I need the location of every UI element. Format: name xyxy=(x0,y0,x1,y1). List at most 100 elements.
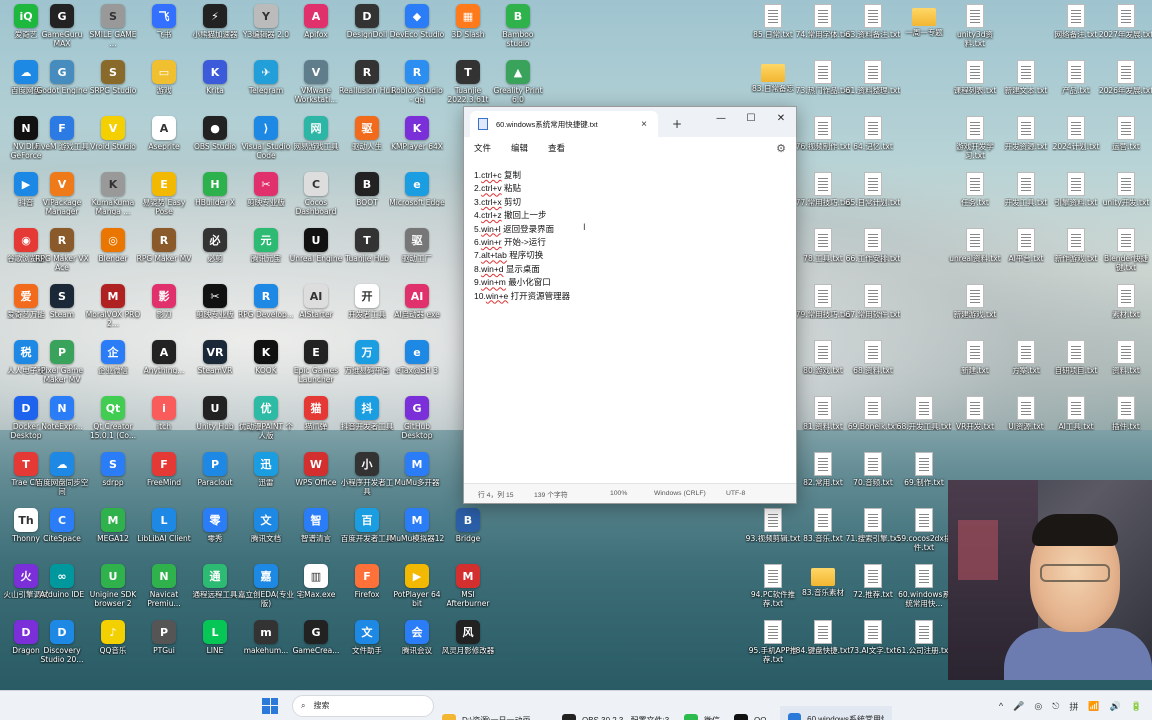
desktop-file[interactable]: 网络备注.txt xyxy=(1050,4,1102,60)
desktop-shortcut[interactable]: 驱驱动人生 xyxy=(341,116,393,172)
desktop-shortcut[interactable]: ◆ DevEco Studio xyxy=(390,4,444,60)
desktop-file[interactable]: 63.资料备注.txt xyxy=(846,4,900,60)
settings-icon[interactable]: ⚙ xyxy=(776,142,786,155)
desktop-shortcut[interactable]: 小小程序开发者工具 xyxy=(341,452,393,508)
line-ending[interactable]: Windows (CRLF) xyxy=(654,490,706,497)
desktop-file[interactable]: 60.windows系统常用快... xyxy=(898,564,950,620)
desktop-file[interactable]: 66.工作安排.txt xyxy=(846,228,900,284)
desktop-shortcut[interactable]: C CiteSpace xyxy=(36,508,88,564)
desktop-shortcut[interactable]: B Bamboo studio xyxy=(492,4,544,60)
tray-icon[interactable]: 📶 xyxy=(1088,701,1099,712)
desktop-shortcut[interactable]: 网网易游戏工具 xyxy=(290,116,342,172)
desktop-shortcut[interactable]: 风风灵月影修改器 xyxy=(442,620,494,676)
desktop-shortcut[interactable]: T Tuanjie Hub xyxy=(341,228,393,284)
desktop-shortcut[interactable]: K Krita xyxy=(189,60,241,116)
desktop-shortcut[interactable]: R RPG Maker MV xyxy=(137,228,191,284)
desktop-file[interactable]: 68.资料.txt xyxy=(847,340,899,396)
desktop-shortcut[interactable]: Y Y3编辑器 2.0 xyxy=(240,4,292,60)
desktop-file[interactable]: 产品.txt xyxy=(1050,60,1102,116)
desktop-file[interactable]: 课程列表.txt xyxy=(949,60,1001,116)
desktop-file[interactable]: 64.记忆.txt xyxy=(847,116,899,172)
desktop-shortcut[interactable]: U Unigine SDK browser 2 xyxy=(87,564,139,620)
desktop-file[interactable]: 素材.txt xyxy=(1100,284,1152,340)
desktop-shortcut[interactable]: ▶ PotPlayer 64 bit xyxy=(391,564,443,620)
desktop-shortcut[interactable]: B BOOT xyxy=(341,172,393,228)
taskbar-app[interactable]: OBS 30.2.3 - 配置文件:3 xyxy=(562,706,674,720)
desktop-file[interactable]: 71.搜索引擎.txt xyxy=(846,508,900,564)
desktop-file[interactable]: 69.Bonelk.txt xyxy=(847,396,899,452)
desktop-shortcut[interactable]: N NoteExpr... xyxy=(36,396,88,452)
desktop-file[interactable]: 2024计划.txt xyxy=(1050,116,1102,172)
desktop-shortcut[interactable]: R RPG Maker VX Ace xyxy=(35,228,89,284)
desktop-shortcut[interactable]: ☁ 百度网盘同步空间 xyxy=(36,452,88,508)
desktop-file[interactable]: 69.制作.txt xyxy=(898,452,950,508)
desktop-file[interactable]: 新建.txt xyxy=(949,340,1001,396)
desktop-shortcut[interactable]: ✈ Telegram xyxy=(240,60,292,116)
desktop-shortcut[interactable]: E 易姿势 Easy Pose xyxy=(138,172,190,228)
desktop-shortcut[interactable]: 迅迅雷 xyxy=(240,452,292,508)
taskbar-app[interactable]: 微信 xyxy=(684,706,724,720)
desktop-shortcut[interactable]: ✂ 剪映专业版 xyxy=(240,172,292,228)
desktop-shortcut[interactable]: 百百度开发者工具 xyxy=(341,508,393,564)
desktop-shortcut[interactable]: 嘉嘉立创EDA(专业版) xyxy=(238,564,294,620)
desktop-shortcut[interactable]: 文腾讯文档 xyxy=(240,508,292,564)
desktop-shortcut[interactable]: C Cocos Dashboard xyxy=(290,172,342,228)
desktop-shortcut[interactable]: 智智谱清言 xyxy=(290,508,342,564)
desktop-shortcut[interactable]: 必必剪 xyxy=(189,228,241,284)
desktop-shortcut[interactable]: ⚡ 小熊猫加速器 xyxy=(189,4,241,60)
desktop-shortcut[interactable]: A Apifox xyxy=(290,4,342,60)
desktop-file[interactable]: 95.手机APP推荐.txt xyxy=(747,620,799,676)
desktop-file[interactable]: 83.音乐.txt xyxy=(797,508,849,564)
desktop-shortcut[interactable]: R Reallusion Hub xyxy=(339,60,395,116)
desktop-shortcut[interactable]: m makehum... xyxy=(240,620,292,676)
desktop-shortcut[interactable]: M MuMu多开器 xyxy=(391,452,443,508)
tray-icon[interactable]: 🔋 xyxy=(1131,701,1142,712)
tray-icon[interactable]: 🎤 xyxy=(1013,701,1024,712)
desktop-file[interactable]: 开发资源.txt xyxy=(1000,116,1052,172)
desktop-file[interactable]: 74.常用字体.txt xyxy=(796,4,850,60)
desktop-file[interactable]: 73.热门作品.txt xyxy=(796,60,850,116)
desktop-shortcut[interactable]: F FiveM 游戏工具 xyxy=(35,116,89,172)
desktop-shortcut[interactable]: M MEGA12 xyxy=(87,508,139,564)
start-button[interactable] xyxy=(262,691,278,720)
desktop-shortcut[interactable]: D DesignDoll xyxy=(341,4,393,60)
desktop-shortcut[interactable]: R Roblox Studio - qq xyxy=(391,60,443,116)
desktop-file[interactable]: 新建游戏.txt xyxy=(949,284,1001,340)
desktop-shortcut[interactable]: P Pixel Game Maker MV xyxy=(36,340,88,396)
desktop-shortcut[interactable]: ▦ 3D Slash xyxy=(442,4,494,60)
desktop-file[interactable]: 73.AI文字.txt xyxy=(847,620,899,676)
desktop-shortcut[interactable]: AI AIStarter xyxy=(290,284,342,340)
desktop-file[interactable]: AI平台.txt xyxy=(1000,228,1052,284)
desktop-file[interactable]: 开发工具.txt xyxy=(1000,172,1052,228)
desktop-shortcut[interactable]: G GameGuru MAX xyxy=(36,4,88,60)
desktop-shortcut[interactable]: K KOOK xyxy=(240,340,292,396)
desktop-shortcut[interactable]: H HBuilder X xyxy=(189,172,241,228)
desktop-shortcut[interactable]: G GitHub Desktop xyxy=(391,396,443,452)
desktop-file[interactable]: unity开发.txt xyxy=(1100,172,1152,228)
desktop-shortcut[interactable]: Ssdrpp xyxy=(87,452,139,508)
desktop-shortcut[interactable]: 开开发者工具 xyxy=(341,284,393,340)
desktop-shortcut[interactable]: N Navicat Premiu... xyxy=(138,564,190,620)
desktop-shortcut[interactable]: ▭ 游戏 xyxy=(138,60,190,116)
desktop-file[interactable]: 82.常用.txt xyxy=(797,452,849,508)
desktop-shortcut[interactable]: R RPG Develop... xyxy=(238,284,294,340)
desktop-file[interactable]: unity3d资料.txt xyxy=(949,4,1001,60)
desktop-file[interactable]: 引擎资料.txt xyxy=(1050,172,1102,228)
desktop-shortcut[interactable]: i itch xyxy=(138,396,190,452)
desktop-shortcut[interactable]: e eTax@SH 3 xyxy=(391,340,443,396)
desktop-file[interactable]: 77.常用技巧.txt xyxy=(796,172,850,228)
desktop-file[interactable]: 70.音频.txt xyxy=(847,452,899,508)
desktop-shortcut[interactable]: P Paraclout xyxy=(189,452,241,508)
desktop-shortcut[interactable]: 驱驱动工厂 xyxy=(391,228,443,284)
text-editor[interactable]: 1.ctrl+c 复制 2.ctrl+v 粘贴 3.ctrl+x 剪切 4.ctrl+… xyxy=(464,159,796,483)
desktop-file[interactable]: VR开发.txt xyxy=(949,396,1001,452)
desktop-file[interactable]: 65.日常计划.txt xyxy=(846,172,900,228)
tray-icon[interactable]: 拼 xyxy=(1069,700,1078,713)
desktop-shortcut[interactable]: K KumaKuma Manga ... xyxy=(87,172,139,228)
notepad-window[interactable]: 60.windows系统常用快捷键.txt × + — ☐ ✕ 文件 编辑 查看… xyxy=(463,106,797,504)
desktop-file[interactable]: 68.开发工具.txt xyxy=(897,396,951,452)
desktop-shortcut[interactable]: ♪ QQ音乐 xyxy=(87,620,139,676)
desktop-file[interactable]: UI资源.txt xyxy=(1000,396,1052,452)
tray-icon[interactable]: ^ xyxy=(999,701,1003,711)
desktop-shortcut[interactable]: F Firefox xyxy=(341,564,393,620)
